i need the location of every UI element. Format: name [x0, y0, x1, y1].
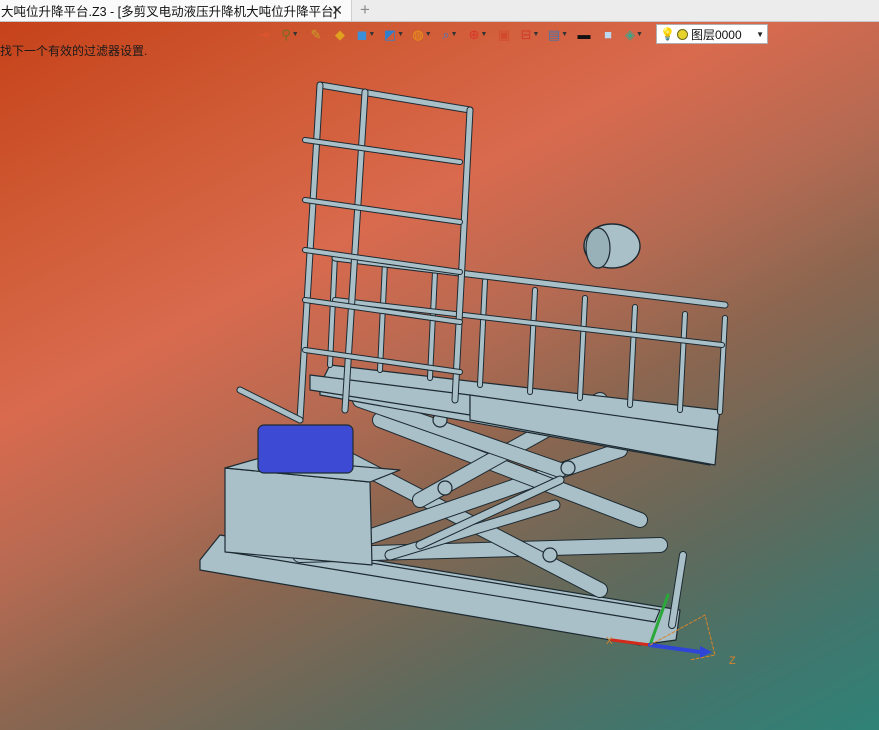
section-icon: ▣: [497, 26, 511, 42]
chevron-down-icon: ▼: [756, 29, 764, 39]
origin-icon: ⊕: [468, 26, 480, 42]
solid-cube-icon: ◼: [356, 26, 368, 42]
zoom-button[interactable]: ⌕ ▼: [436, 23, 464, 45]
shaded-box-icon: ◆: [335, 26, 345, 42]
guardrail-post-0: [328, 253, 337, 367]
dropdown-arrow-icon[interactable]: ▼: [425, 31, 432, 38]
status-message: 找下一个有效的过滤器设置.: [0, 44, 148, 58]
ladder-rung-0: [303, 138, 462, 164]
fill-color-icon: ■: [604, 26, 612, 42]
display-button[interactable]: ▤ ▼: [544, 23, 572, 45]
dropdown-arrow-icon[interactable]: ▼: [561, 31, 568, 38]
drum-cap: [585, 227, 611, 269]
guardrail-post-6: [628, 305, 637, 407]
axis-z-label: Z: [729, 655, 736, 667]
tab-bar: 大吨位升降平台.Z3 - [多剪叉电动液压升降机大吨位升降平台] ✕ +: [0, 0, 879, 22]
document-tab-title: 大吨位升降平台.Z3 - [多剪叉电动液压升降机大吨位升降平台]: [1, 5, 338, 19]
ladder-rail-right: [452, 107, 473, 403]
zoom-icon: ⌕: [442, 26, 450, 42]
pen-button[interactable]: ✎: [304, 23, 328, 45]
layer-name: 图层0000: [690, 27, 742, 42]
frame-icon: ⊟: [520, 26, 532, 42]
line-style-button[interactable]: ▬: [572, 23, 596, 45]
view-cube-icon: ◩: [383, 26, 397, 42]
3d-viewport[interactable]: ZX 找下一个有效的过滤器设置.: [0, 22, 879, 730]
pick-filter-icon: ⚲: [281, 26, 291, 42]
guardrail-post-5: [578, 296, 587, 400]
dropdown-arrow-icon[interactable]: ▼: [368, 31, 375, 38]
lift-platform-model: ZX: [199, 81, 736, 667]
origin-button[interactable]: ⊕ ▼: [464, 23, 492, 45]
ladder-top-bar: [317, 82, 473, 113]
pick-filter-button[interactable]: ⚲ ▼: [276, 23, 304, 45]
layer-color-icon: [676, 28, 688, 40]
dropdown-arrow-icon[interactable]: ▼: [532, 31, 539, 38]
view-cube-button[interactable]: ◩ ▼: [380, 23, 408, 45]
scissor-pivot-2: [560, 460, 576, 476]
guardrail-mid: [333, 298, 724, 347]
line-style-icon: ▬: [577, 26, 591, 42]
guardrail-post-8: [718, 316, 727, 414]
shaded-box-button[interactable]: ◆: [328, 23, 352, 45]
view-rotate-button[interactable]: ◍ ▼: [408, 23, 436, 45]
scissor-pivot-0: [437, 480, 453, 496]
axis-z: [648, 643, 702, 654]
guardrail-post-3: [478, 279, 487, 387]
guardrail-post-4: [528, 288, 537, 394]
dropdown-arrow-icon[interactable]: ▼: [451, 31, 458, 38]
layers-icon: ◈: [625, 26, 636, 42]
section-button[interactable]: ▣: [492, 23, 516, 45]
dropdown-arrow-icon[interactable]: ▼: [480, 31, 487, 38]
layer-selector[interactable]: 💡 图层0000 ▼: [656, 24, 768, 44]
hydraulic-motor: [257, 424, 354, 474]
axis-x-label: X: [606, 636, 613, 647]
dropdown-arrow-icon[interactable]: ▼: [636, 31, 643, 38]
solid-cube-button[interactable]: ◼ ▼: [352, 23, 380, 45]
fill-color-button[interactable]: ■: [596, 23, 620, 45]
display-icon: ▤: [547, 26, 561, 42]
bulb-icon: 💡: [660, 27, 675, 41]
axis-z-arrow: [700, 646, 712, 658]
ladder-rail-mid: [342, 89, 368, 413]
new-tab-icon[interactable]: +: [360, 0, 370, 20]
dropdown-arrow-icon[interactable]: ▼: [292, 31, 299, 38]
pen-icon: ✎: [310, 26, 322, 42]
view-rotate-icon: ◍: [412, 26, 424, 42]
exit-button[interactable]: ⇥: [252, 23, 276, 45]
guardrail-post-2: [428, 270, 437, 380]
frame-button[interactable]: ⊟ ▼: [516, 23, 544, 45]
stair-stringer: [237, 387, 303, 423]
guardrail-post-7: [678, 312, 687, 412]
document-tab[interactable]: 大吨位升降平台.Z3 - [多剪叉电动液压升降机大吨位升降平台] ✕: [0, 0, 352, 21]
close-tab-icon[interactable]: ✕: [331, 2, 343, 18]
guardrail-post-1: [378, 260, 387, 372]
hydraulic-tank: [224, 467, 373, 566]
scissor-pivot-1: [542, 547, 558, 563]
ladder-rung-1: [303, 198, 462, 224]
layers-button[interactable]: ◈ ▼: [620, 23, 648, 45]
dropdown-arrow-icon[interactable]: ▼: [397, 31, 404, 38]
view-toolbar: ⇥ ⚲ ▼ ✎ ◆ ◼ ▼ ◩ ▼ ◍ ▼ ⌕ ▼ ⊕ ▼ ▣ ⊟ ▼ ▤ ▼ ▬ ■ ◈ ▼ 💡 图层0000 ▼: [252, 22, 850, 46]
exit-icon: ⇥: [258, 26, 270, 42]
